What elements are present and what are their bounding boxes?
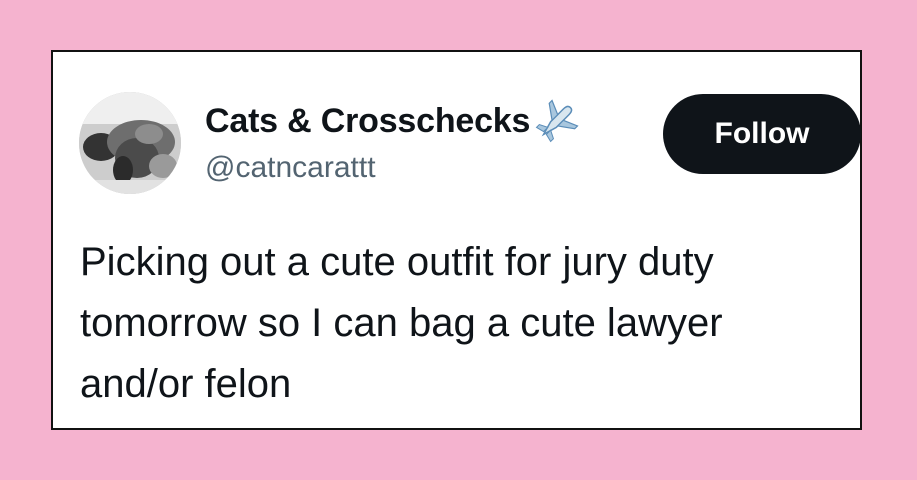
avatar-image — [79, 92, 181, 194]
user-handle[interactable]: @catncarattt — [205, 151, 376, 185]
display-name[interactable]: Cats & Crosschecks — [205, 102, 530, 141]
tweet-text: Picking out a cute outfit for jury duty … — [80, 240, 723, 406]
avatar[interactable] — [79, 92, 181, 194]
tweet-card: Cats & Crosschecks @catncarattt Follow P… — [51, 50, 862, 430]
airplane-icon — [534, 98, 580, 144]
name-row: Cats & Crosschecks — [205, 98, 580, 144]
follow-button[interactable]: Follow — [663, 94, 861, 174]
